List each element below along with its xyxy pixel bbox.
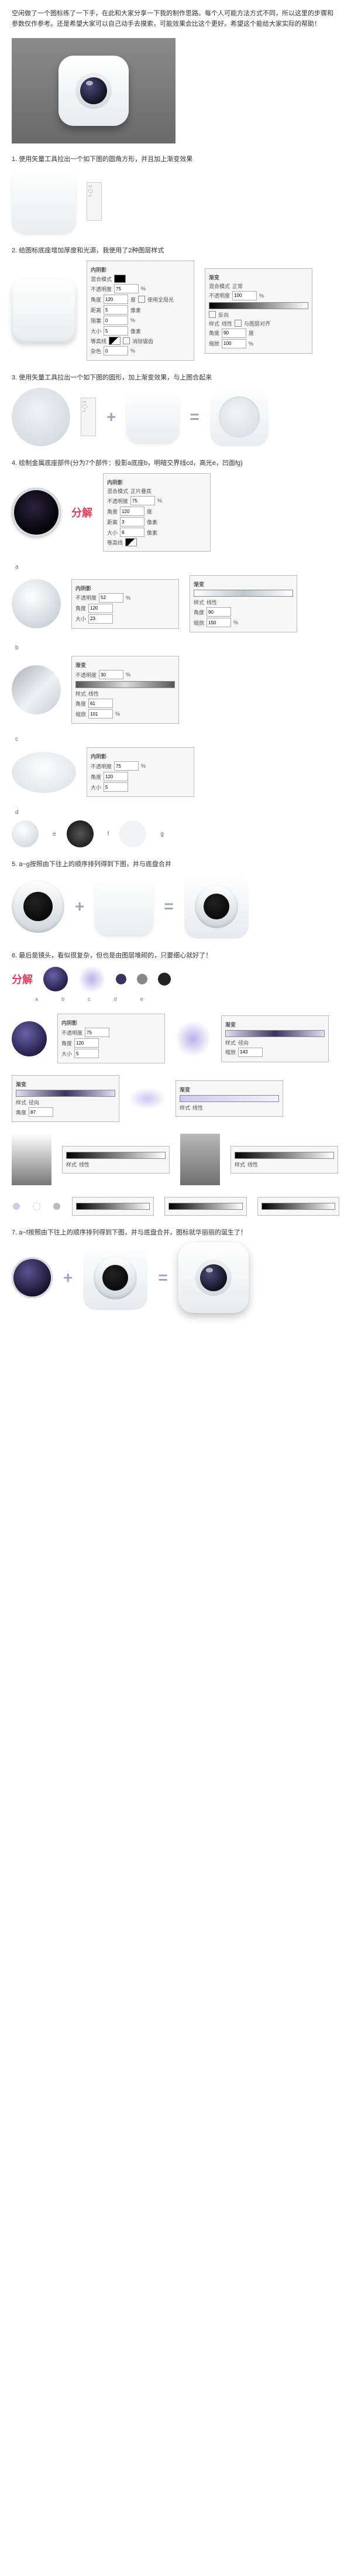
distance-input[interactable]	[104, 305, 128, 314]
lens-part-e	[158, 973, 171, 986]
scale-input[interactable]	[222, 339, 246, 348]
panel-c[interactable]: 渐变 不透明度 % 样式 线性 角度 缩放 %	[71, 656, 179, 724]
lens-b-preview	[176, 1021, 211, 1056]
panel-small-2[interactable]	[164, 1197, 246, 1216]
gradient-bar[interactable]	[75, 681, 175, 688]
lens-part-a	[43, 967, 68, 991]
lens-assembled	[12, 1257, 53, 1298]
panel-g1[interactable]: 样式 线性	[62, 1146, 170, 1174]
plus-icon: +	[75, 897, 84, 916]
reverse-checkbox[interactable]	[209, 311, 216, 318]
circle-base	[12, 388, 70, 446]
lens-part-b	[78, 966, 105, 993]
equals-icon: =	[190, 408, 199, 426]
lens-inner	[80, 77, 107, 104]
panel-small-1[interactable]	[72, 1197, 154, 1216]
base-square	[126, 391, 179, 443]
decompose-label: 分解	[12, 971, 33, 987]
gradient-bar[interactable]	[209, 302, 308, 309]
combined-result	[184, 874, 249, 939]
step-2: 2. 给图标底座增加厚度和光源，我使用了2种图层样式	[12, 245, 339, 255]
opacity-input[interactable]	[232, 291, 257, 300]
combined-shape	[210, 388, 269, 446]
size-input[interactable]	[104, 326, 128, 336]
panel-lens-a1[interactable]: 内阴影 不透明度 角度 大小	[57, 1014, 165, 1063]
grad-1	[12, 1134, 51, 1185]
lens-part-c	[116, 974, 126, 984]
final-icon	[58, 56, 129, 126]
lens-outer	[75, 73, 112, 109]
global-light-checkbox[interactable]	[138, 296, 145, 303]
step-5: 5. a~g按照由下往上的顺序排列得到下图，并与底盘合并	[12, 859, 339, 868]
part-e	[12, 820, 39, 847]
panel-d[interactable]: 内阴影 不透明度 % 角度 大小	[87, 747, 194, 797]
gradient-bar[interactable]	[16, 1090, 115, 1097]
label-b: b	[15, 645, 19, 651]
dot	[53, 1203, 60, 1210]
equals-icon: =	[158, 1268, 167, 1287]
dot	[13, 1203, 20, 1210]
lens-ellipse	[130, 1088, 165, 1109]
base-with-ring	[83, 1246, 147, 1310]
gradient-bar[interactable]	[225, 1030, 325, 1037]
hero-preview	[12, 38, 176, 143]
base-square	[95, 877, 153, 936]
stacked-parts	[12, 880, 64, 933]
part-b	[12, 579, 61, 628]
label-a: a	[15, 564, 19, 570]
choke-input[interactable]	[104, 316, 128, 325]
step-3: 3. 使用矢量工具拉出一个如下图的圆形，加上渐变效果，与上图合起来	[12, 372, 339, 382]
lens-part-d	[137, 974, 147, 984]
panel-title: 渐变	[209, 273, 219, 281]
plus-icon: +	[106, 408, 116, 426]
tool-palette: ▭◯▱	[87, 182, 102, 221]
part-a	[12, 488, 61, 537]
step-4: 4. 绘制金属底座部件(分为7个部件：投影a底座b，明暗交界线cd，高光e，凹面…	[12, 458, 339, 467]
part-d	[12, 752, 76, 793]
dot	[33, 1202, 41, 1210]
panel-lens-e[interactable]: 渐变 样式 线性	[176, 1080, 283, 1117]
base-square	[12, 169, 76, 234]
plus-icon: +	[63, 1268, 73, 1287]
color-swatch[interactable]	[114, 275, 126, 283]
panel-title: 内阴影	[91, 266, 106, 273]
label-d: d	[15, 809, 19, 816]
layer-style-panel-inner-shadow[interactable]: 内阴影 混合模式 不透明度 % 角度 度 使用全局光 距离 像素 阻塞 % 大小…	[87, 261, 194, 361]
part-c	[12, 665, 61, 714]
panel-small-3[interactable]	[257, 1197, 339, 1216]
label-c: c	[15, 736, 18, 743]
align-checkbox[interactable]	[235, 320, 242, 327]
part-g	[119, 820, 146, 847]
gradient-bar[interactable]	[180, 1095, 279, 1102]
part-f	[67, 820, 94, 847]
decompose-label: 分解	[71, 505, 92, 520]
panel-b1[interactable]: 内阴影 不透明度 % 角度 大小	[71, 579, 179, 629]
opacity-input[interactable]	[114, 284, 139, 293]
lens-a-preview	[12, 1021, 47, 1056]
step-7: 7. a~f按照由下往上的顺序排列得到下图，并与底盘合并，图标就华丽丽的诞生了！	[12, 1227, 339, 1237]
panel-lens-b[interactable]: 渐变 样式 径向 缩放	[221, 1015, 329, 1062]
base-square-2	[12, 279, 76, 343]
panel-lens-a2[interactable]: 渐变 样式 径向 角度	[12, 1075, 119, 1122]
angle-input[interactable]	[104, 295, 128, 304]
gradient-bar[interactable]	[194, 590, 293, 597]
panel-a[interactable]: 内阴影 混合模式 正片叠底 不透明度 % 角度 度 距离 像素 大小 像素 等高…	[103, 473, 211, 552]
tool-palette: ▭◯▱	[81, 398, 96, 436]
layer-style-panel-gradient[interactable]: 渐变 混合模式 正常 不透明度 % 反向 样式 线性 与图层对齐 角度 度 缩放…	[205, 268, 312, 354]
contour-swatch[interactable]	[109, 337, 121, 345]
intro-text: 空闲做了一个图标练了一下手，在此和大家分享一下我的制作思路。每个人可能方法方式不…	[12, 9, 339, 29]
grad-2	[180, 1134, 220, 1185]
step-1: 1. 使用矢量工具拉出一个如下图的圆角方形，并且加上渐变效果	[12, 154, 339, 163]
final-icon-result	[178, 1243, 249, 1313]
panel-b2[interactable]: 渐变 样式 线性 角度 缩放 %	[190, 575, 297, 632]
angle-input[interactable]	[222, 329, 246, 338]
equals-icon: =	[164, 897, 173, 916]
noise-input[interactable]	[104, 346, 128, 355]
panel-g2[interactable]: 样式 线性	[230, 1146, 338, 1174]
step-6: 6. 最后是镜头，看似很复杂，但也是由图层堆砌的，只要细心就好了！	[12, 950, 339, 960]
antialias-checkbox[interactable]	[123, 337, 130, 344]
